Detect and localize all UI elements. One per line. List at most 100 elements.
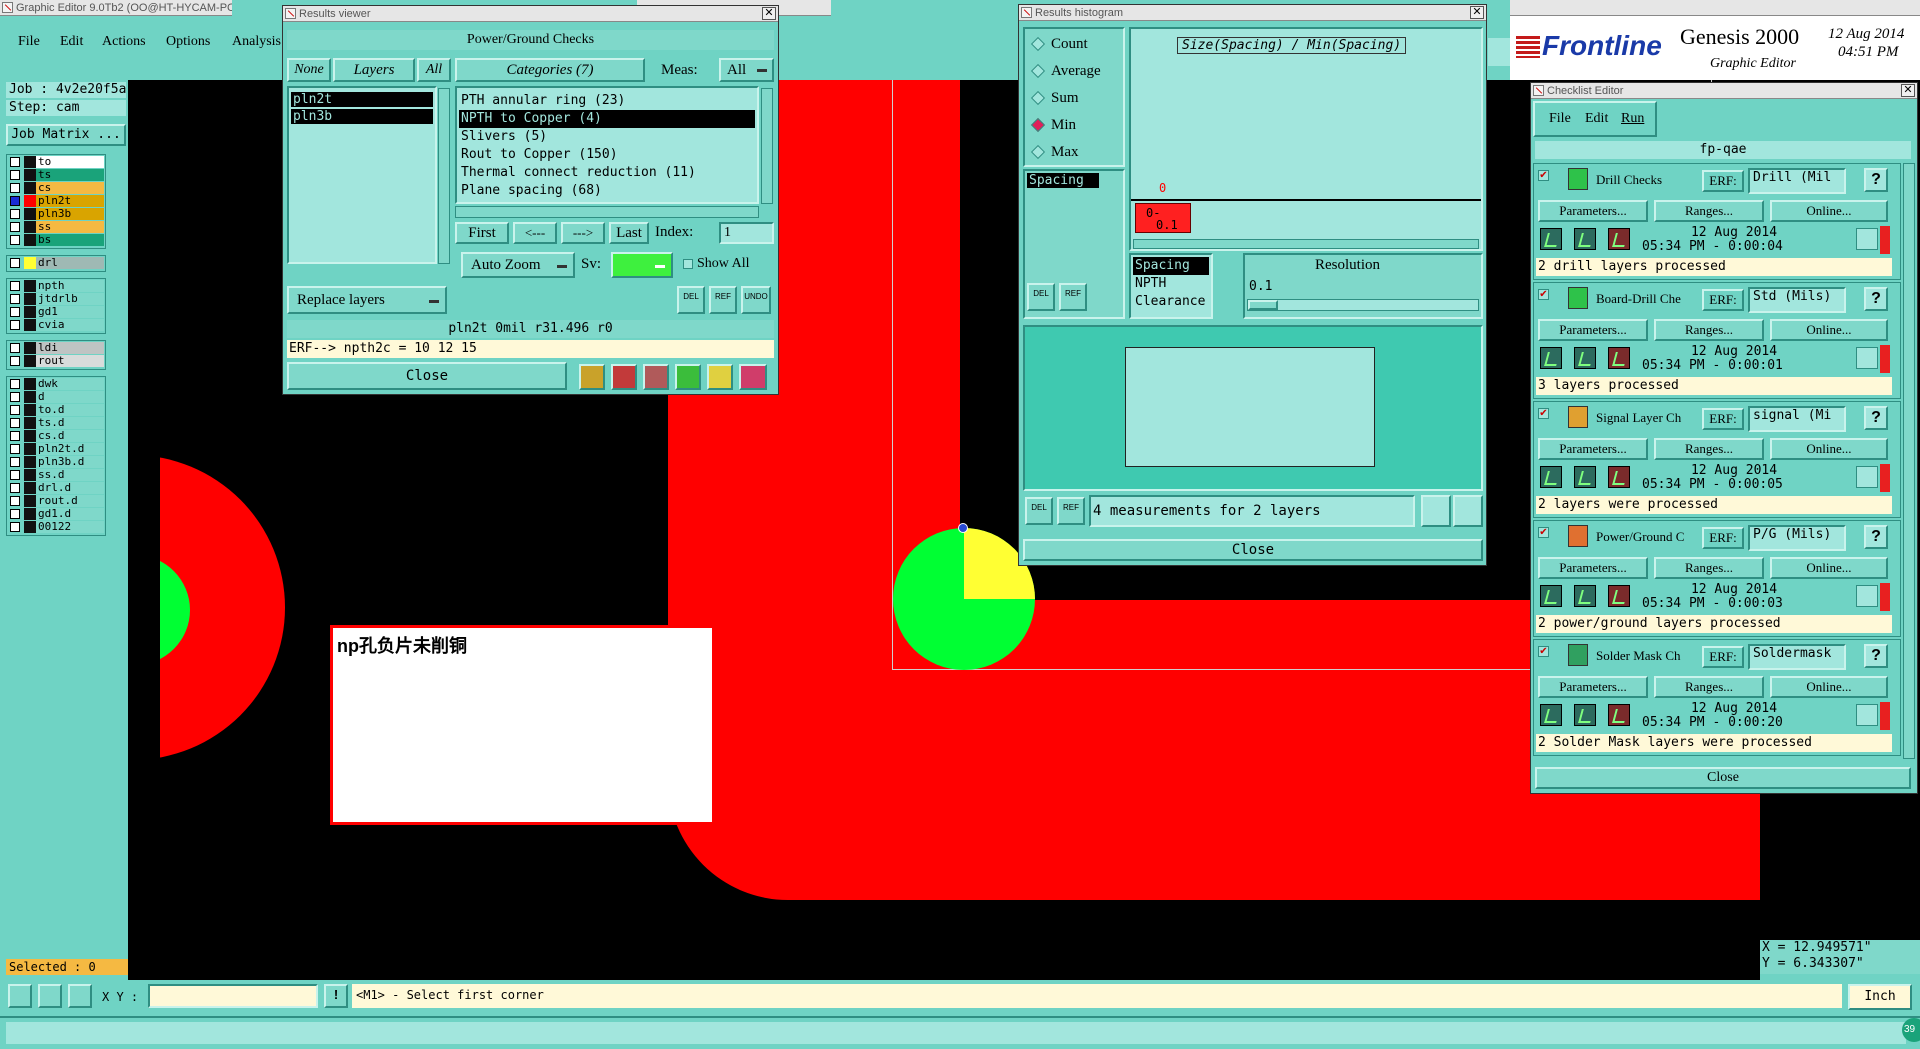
rv-category-item[interactable]: Plane spacing (68) [459,182,755,200]
checklist-ranges-button[interactable]: Ranges... [1654,438,1764,460]
layer-checkbox[interactable] [10,281,20,291]
rv-first-button[interactable]: First [455,222,509,244]
checklist-erf-field[interactable]: Std (Mils) [1748,287,1846,313]
hist-ref-button[interactable]: REF [1059,283,1087,311]
histogram-hscrollbar[interactable] [1133,239,1479,249]
checklist-menu-file[interactable]: File [1549,111,1571,127]
help-icon[interactable]: ? [1864,525,1888,549]
layer-checkbox[interactable] [10,444,20,454]
menu-edit[interactable]: Edit [60,34,83,50]
alert-flag-icon[interactable] [1880,702,1890,730]
layer-color-swatch[interactable] [24,378,36,390]
resolution-slider-handle[interactable] [1248,300,1278,310]
layer-row-jtdrlb[interactable]: jtdrlb [8,293,104,305]
rv-layer-item[interactable]: pln3b [291,109,433,124]
rv-undo-button[interactable]: UNDO [741,286,771,314]
layer-checkbox[interactable] [10,379,20,389]
rv-layers-button[interactable]: Layers [333,58,415,82]
checklist-parameters-button[interactable]: Parameters... [1538,438,1648,460]
checklist-parameters-button[interactable]: Parameters... [1538,676,1648,698]
layer-checkbox[interactable] [10,496,20,506]
checklist-menu-run[interactable]: Run [1621,111,1644,127]
menu-analysis[interactable]: Analysis [232,34,281,50]
layer-checkbox[interactable] [10,157,20,167]
layer-color-swatch[interactable] [24,234,36,246]
checklist-item-checkbox[interactable]: ✔ [1538,289,1549,300]
layer-row-gd1[interactable]: gd1 [8,306,104,318]
run-stop-icon[interactable] [1608,704,1630,726]
checklist-parameters-button[interactable]: Parameters... [1538,557,1648,579]
layer-row-to.d[interactable]: to.d [8,404,104,416]
layer-row-pln3b.d[interactable]: pln3b.d [8,456,104,468]
rv-categories-button[interactable]: Categories (7) [455,58,645,82]
checklist-menu-edit[interactable]: Edit [1585,111,1608,127]
layer-row-cs[interactable]: cs [8,182,104,194]
run-all-icon[interactable] [1574,704,1596,726]
zoom-icon[interactable] [1856,585,1878,607]
alert-icon[interactable]: ! [324,984,348,1008]
rv-category-scrollbar[interactable] [761,88,773,204]
checklist-item-name[interactable]: Drill Checks [1596,172,1692,188]
layer-color-swatch[interactable] [24,391,36,403]
rv-sv-color-select[interactable] [611,252,673,278]
menu-actions[interactable]: Actions [102,34,146,50]
layer-checkbox[interactable] [10,170,20,180]
layer-color-swatch[interactable] [24,293,36,305]
layer-color-swatch[interactable] [24,195,36,207]
checklist-online-button[interactable]: Online... [1770,438,1888,460]
rv-category-item[interactable]: NPTH to Copper (4) [459,110,755,128]
layer-checkbox[interactable] [10,294,20,304]
rv-category-item[interactable]: PTH annular ring (23) [459,92,755,110]
run-stop-icon[interactable] [1608,347,1630,369]
layer-row-d[interactable]: d [8,391,104,403]
checklist-item-checkbox[interactable]: ✔ [1538,527,1549,538]
window-menu-icon[interactable] [285,8,296,19]
layer-row-cs.d[interactable]: cs.d [8,430,104,442]
npth-hole[interactable] [893,528,1035,670]
zoom-icon[interactable] [1856,228,1878,250]
rv-category-item[interactable]: Thermal connect reduction (11) [459,164,755,182]
checklist-ranges-button[interactable]: Ranges... [1654,319,1764,341]
histogram-list-item[interactable]: Clearance [1133,293,1209,311]
histogram-option-average[interactable]: Average [1029,62,1123,82]
checklist-online-button[interactable]: Online... [1770,676,1888,698]
checklist-item-name[interactable]: Power/Ground C [1596,529,1692,545]
xy-input[interactable] [148,984,318,1008]
layer-color-swatch[interactable] [24,182,36,194]
checklist-close-button[interactable]: Close [1535,767,1911,789]
measure-tool-icon[interactable] [38,984,62,1008]
histogram-option-sum[interactable]: Sum [1029,89,1123,109]
menu-options[interactable]: Options [166,34,210,50]
layer-color-swatch[interactable] [24,456,36,468]
layer-row-gd1.d[interactable]: gd1.d [8,508,104,520]
layer-row-ts.d[interactable]: ts.d [8,417,104,429]
radio-diamond-icon[interactable] [1030,117,1046,133]
hist-ref-2-button[interactable]: REF [1057,497,1085,525]
layer-color-swatch[interactable] [24,482,36,494]
job-matrix-button[interactable]: Job Matrix ... [6,124,126,146]
layer-checkbox[interactable] [10,222,20,232]
layer-color-swatch[interactable] [24,306,36,318]
help-icon[interactable]: ? [1864,406,1888,430]
radio-diamond-icon[interactable] [1030,63,1046,79]
histogram-option-count[interactable]: Count [1029,35,1123,55]
checklist-erf-field[interactable]: signal (Mi [1748,406,1846,432]
rv-del-button[interactable]: DEL [677,286,705,314]
rv-show-all-checkbox[interactable] [683,259,693,269]
resolution-slider[interactable] [1247,299,1479,311]
rv-index-input[interactable]: 1 [719,222,774,244]
layer-checkbox[interactable] [10,356,20,366]
hist-del-button[interactable]: DEL [1027,283,1055,311]
layer-color-swatch[interactable] [24,221,36,233]
layer-checkbox[interactable] [10,483,20,493]
hist-close-button[interactable]: Close [1023,539,1483,561]
histogram-bar[interactable]: 0- 0.1 [1135,203,1191,233]
layer-color-swatch[interactable] [24,319,36,331]
layer-checkbox[interactable] [10,405,20,415]
run-all-icon[interactable] [1574,585,1596,607]
rv-category-item[interactable]: Rout to Copper (150) [459,146,755,164]
layer-color-swatch[interactable] [24,469,36,481]
layer-color-swatch[interactable] [24,495,36,507]
layer-row-00122[interactable]: 00122 [8,521,104,533]
layer-row-to[interactable]: to [8,156,104,168]
